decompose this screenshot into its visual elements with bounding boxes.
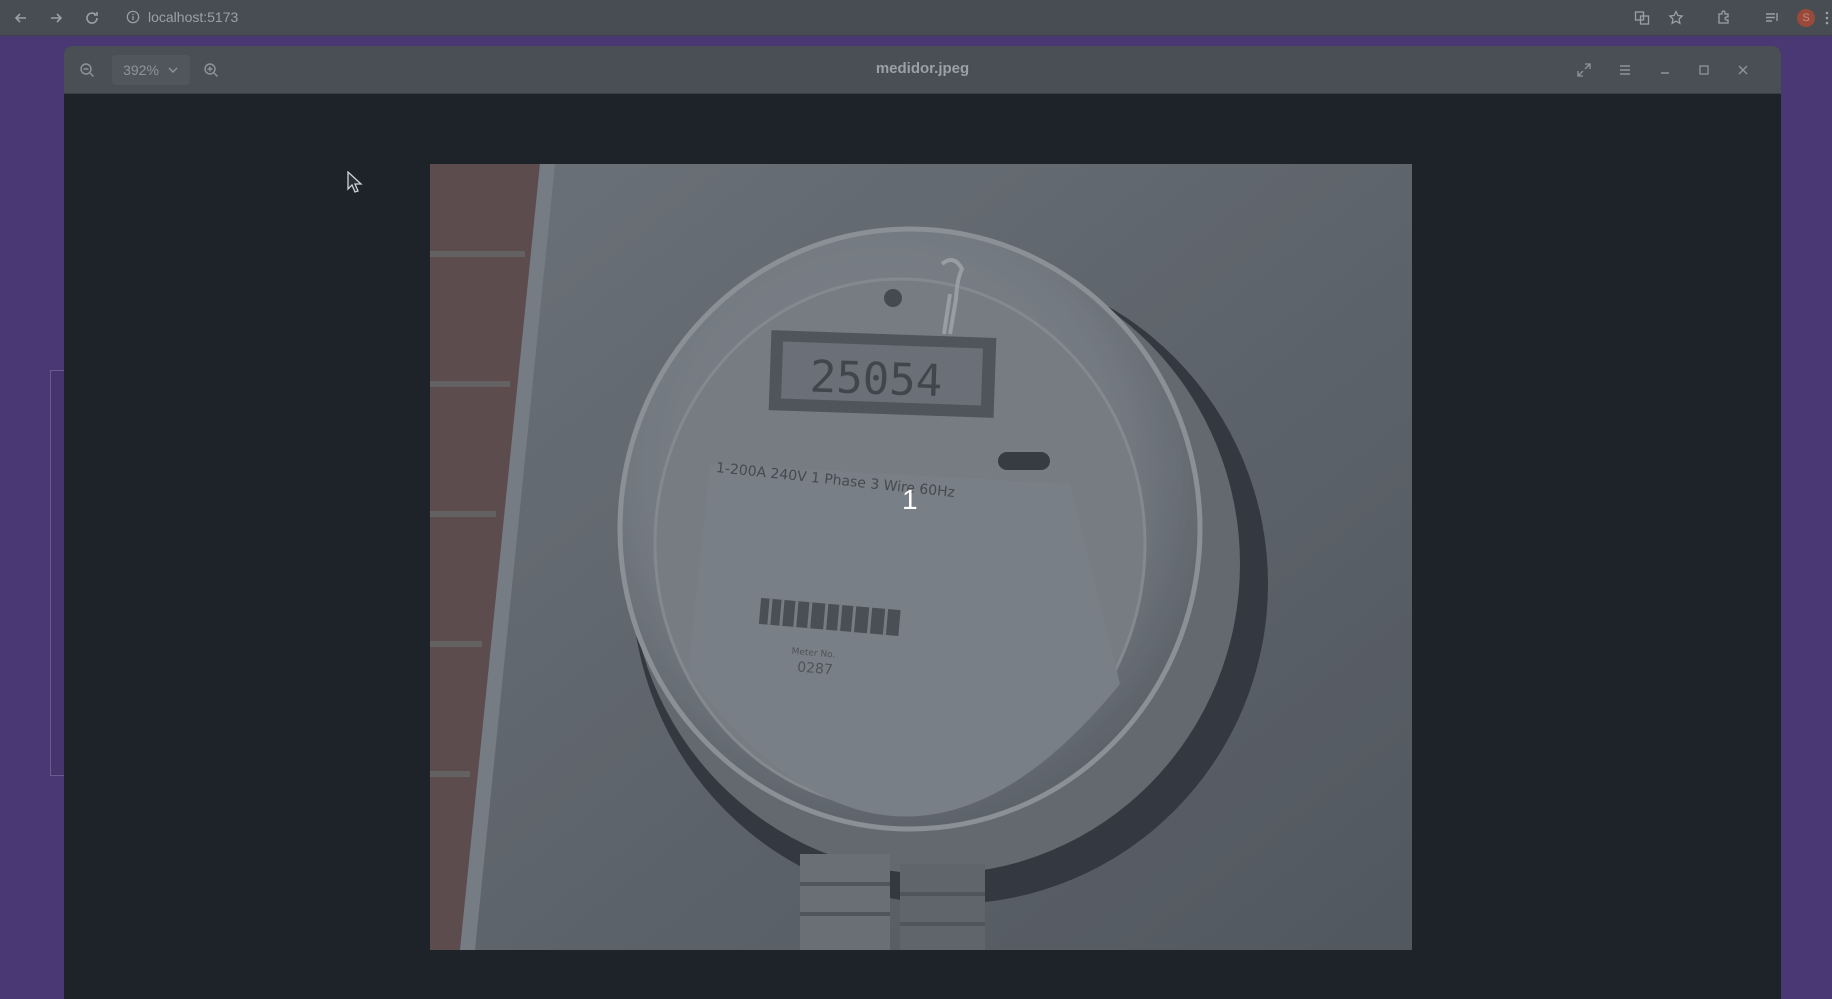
reload-icon[interactable] — [80, 6, 104, 30]
mouse-cursor-icon — [347, 171, 363, 193]
browser-toolbar: localhost:5173 S — [0, 0, 1832, 36]
profile-avatar[interactable]: S — [1794, 6, 1818, 30]
close-icon[interactable] — [1730, 57, 1756, 83]
image-counter-overlay: 1 — [430, 164, 1412, 950]
viewer-title: medidor.jpeg — [875, 60, 970, 77]
media-queue-icon[interactable] — [1760, 6, 1784, 30]
image-counter-label: 1 — [902, 484, 918, 515]
fullscreen-icon[interactable] — [1571, 57, 1597, 83]
star-icon[interactable] — [1664, 6, 1688, 30]
more-menu-icon[interactable] — [1822, 6, 1832, 30]
maximize-icon[interactable] — [1691, 57, 1717, 83]
avatar: S — [1797, 8, 1815, 27]
menu-icon[interactable] — [1612, 57, 1638, 83]
minimize-icon[interactable] — [1652, 57, 1678, 83]
image-viewer-window: 392% medidor.jpeg 25054 1-200A 240V 1 Ph… — [64, 46, 1781, 999]
address-bar[interactable]: localhost:5173 — [126, 4, 1026, 30]
meter-photo: 25054 1-200A 240V 1 Phase 3 Wire 60Hz Me… — [430, 164, 1412, 950]
url-text: localhost:5173 — [148, 9, 239, 25]
extensions-icon[interactable] — [1712, 6, 1736, 30]
background-page-panel — [50, 370, 65, 776]
translate-icon[interactable] — [1630, 6, 1654, 30]
info-icon[interactable] — [126, 10, 140, 24]
forward-arrow-icon[interactable] — [44, 6, 68, 30]
viewer-header: 392% medidor.jpeg — [64, 46, 1781, 94]
back-arrow-icon[interactable] — [9, 6, 33, 30]
